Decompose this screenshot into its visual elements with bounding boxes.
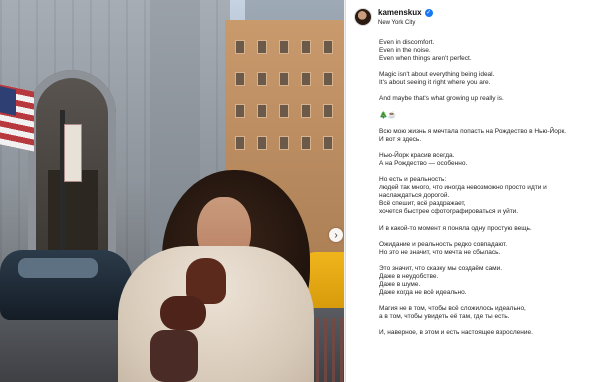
post-caption: Even in discomfort. Even in the noise. Eve… [346, 34, 608, 382]
chevron-right-icon: › [334, 229, 338, 241]
caption-line: Even in discomfort. [379, 39, 435, 46]
username-link[interactable]: kamenskux [378, 8, 422, 17]
cathedral-door [48, 170, 98, 260]
post-details-panel: kamenskux ✓ New York City Even in discom… [345, 0, 608, 382]
caption-line: 🎄☕ [379, 111, 397, 119]
caption-line: а в том, чтобы увидеть её там, где ты ес… [379, 313, 510, 321]
caption-line: It's about seeing it right where you are… [379, 79, 491, 87]
caption-line: Magic isn't about everything being ideal… [379, 71, 495, 79]
caption-line: Но это не значит, что мечта не сбылась. [379, 248, 501, 256]
instagram-post-view: › kamenskux ✓ New York City Even in disc… [0, 0, 608, 382]
window [279, 40, 289, 54]
caption-line: Даже в шуме. [379, 280, 421, 288]
caption-line: Ожидание и реальность редко совпадают. [379, 240, 508, 248]
window [235, 136, 245, 150]
window [301, 40, 311, 54]
caption-line: людей так много, что иногда невозможно п… [379, 184, 547, 192]
caption-line: наслаждаться дорогой. [379, 192, 450, 200]
caption-line: И, наверное, в этом и есть настоящее взр… [379, 329, 533, 337]
location-link[interactable]: New York City [378, 20, 433, 26]
window [235, 104, 245, 118]
caption-line: хочется быстрее сфотографироваться и уйт… [379, 208, 519, 216]
window [257, 104, 267, 118]
window [301, 72, 311, 86]
window [257, 40, 267, 54]
window [323, 104, 333, 118]
post-meta: kamenskux ✓ New York City [378, 8, 433, 26]
caption-line: Это значит, что сказку мы создаём сами. [379, 264, 503, 272]
caption-line: Even in the noise. [379, 47, 431, 55]
caption-line: Even when things aren't perfect. [379, 55, 472, 63]
caption-line: А на Рождество — особенно. [379, 159, 468, 167]
caption-line: And maybe that's what growing up really … [379, 95, 504, 103]
window [279, 136, 289, 150]
window [235, 40, 245, 54]
caption-line: Даже в неудобстве. [379, 272, 439, 280]
window [257, 72, 267, 86]
window [323, 40, 333, 54]
username-row: kamenskux ✓ [378, 8, 433, 17]
caption-line: И вот я здесь. [379, 135, 422, 143]
caption-line: Но есть и реальность: [379, 176, 447, 184]
window [279, 104, 289, 118]
window [323, 72, 333, 86]
window [301, 136, 311, 150]
post-photo[interactable]: › [0, 0, 344, 382]
caption-line: Даже когда не всё идеально. [379, 289, 467, 297]
caption-line: Всю мою жизнь я мечтала попасть на Рожде… [379, 127, 567, 135]
avatar[interactable] [354, 8, 372, 26]
window [235, 72, 245, 86]
caption-line: Нью-Йорк красив всегда. [379, 151, 455, 159]
post-header: kamenskux ✓ New York City [346, 0, 608, 34]
next-photo-button[interactable]: › [329, 228, 343, 242]
car-window [18, 258, 98, 278]
window [323, 136, 333, 150]
window [279, 72, 289, 86]
handbag [150, 330, 198, 382]
caption-line: И в какой-то момент я поняла одну просту… [379, 224, 532, 232]
window [301, 104, 311, 118]
hanging-banner [64, 124, 82, 182]
leather-glove [160, 296, 206, 330]
verified-badge-icon: ✓ [424, 8, 433, 17]
flag-canton [0, 86, 16, 116]
window [257, 136, 267, 150]
